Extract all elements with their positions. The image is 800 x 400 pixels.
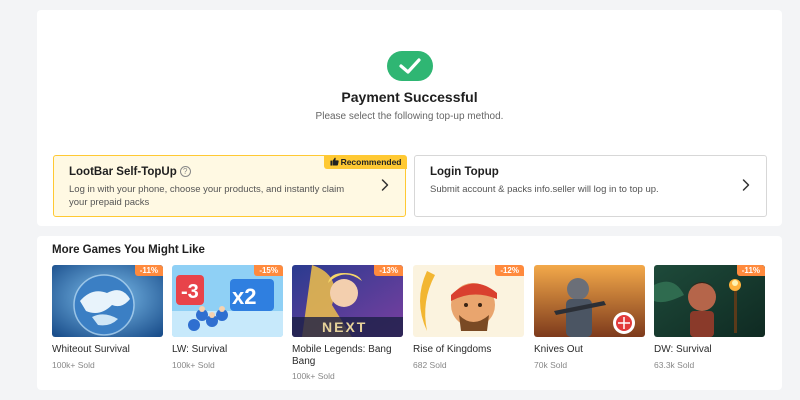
discount-badge: -12%: [495, 265, 524, 276]
game-sold-count: 63.3k Sold: [654, 359, 695, 370]
option-description: Log in with your phone, choose your prod…: [69, 184, 345, 208]
svg-text:NEXT: NEXT: [322, 319, 367, 335]
payment-status-title: Payment Successful: [341, 89, 478, 105]
discount-badge: -13%: [374, 265, 403, 276]
game-card-rise-of-kingdoms[interactable]: -12% Rise of Kingdoms 682 Sold: [413, 265, 524, 370]
game-thumbnail: -11%: [52, 265, 163, 337]
game-sold-count: 100k+ Sold: [292, 371, 335, 381]
game-thumbnail: -12%: [413, 265, 524, 337]
game-card-lw-survival[interactable]: -3 x2 -15% LW: Survival 100k+ Sold: [172, 265, 283, 370]
help-icon[interactable]: ?: [179, 166, 191, 177]
discount-badge: -11%: [736, 265, 765, 276]
game-name: LW: Survival: [172, 344, 228, 355]
lootbar-self-topup-option[interactable]: Recommended LootBar Self-TopUp? Log in w…: [53, 154, 407, 217]
svg-text:-3: -3: [181, 281, 199, 303]
game-sold-count: 100k+ Sold: [172, 359, 215, 370]
payment-result-card: Payment Successful Please select the fol…: [37, 10, 782, 226]
game-thumbnail: -3 x2 -15%: [172, 265, 283, 337]
game-name: Whiteout Survival: [52, 344, 130, 355]
game-thumbnail: -11%: [654, 265, 765, 337]
option-title: Login Topup: [430, 166, 499, 178]
login-topup-option[interactable]: Login Topup Submit account & packs info.…: [414, 155, 767, 217]
badge-label: Recommended: [340, 156, 402, 167]
chevron-right-icon: [381, 179, 389, 191]
game-name: DW: Survival: [654, 344, 712, 355]
game-card-knives-out[interactable]: Knives Out 70k Sold: [534, 265, 645, 370]
game-name: Knives Out: [534, 344, 583, 355]
thumbs-up-icon: [330, 156, 339, 166]
game-thumbnail: [534, 265, 645, 337]
section-title: More Games You Might Like: [52, 244, 205, 256]
discount-badge: -15%: [254, 265, 283, 276]
discount-badge: -11%: [134, 265, 163, 276]
game-sold-count: 70k Sold: [534, 359, 568, 370]
option-description: Submit account & packs info.seller will …: [430, 184, 659, 195]
recommended-games-section: More Games You Might Like -11% Whiteout …: [37, 236, 782, 390]
game-card-whiteout-survival[interactable]: -11% Whiteout Survival 100k+ Sold: [52, 265, 163, 370]
payment-status-subtitle: Please select the following top-up metho…: [315, 111, 504, 122]
check-circle-icon: [386, 51, 433, 81]
game-sold-count: 682 Sold: [413, 359, 447, 370]
option-title: LootBar Self-TopUp?: [69, 166, 191, 178]
option-title-text: LootBar Self-TopUp: [69, 166, 177, 178]
svg-text:x2: x2: [232, 284, 256, 309]
game-name: Rise of Kingdoms: [413, 344, 492, 355]
game-card-mobile-legends[interactable]: NEXT -13% Mobile Legends: Bang Bang 100k…: [292, 265, 403, 381]
game-name: Mobile Legends: Bang Bang: [292, 344, 392, 367]
chevron-right-icon: [742, 179, 750, 191]
game-thumbnail: NEXT -13%: [292, 265, 403, 337]
game-card-dw-survival[interactable]: -11% DW: Survival 63.3k Sold: [654, 265, 765, 370]
game-sold-count: 100k+ Sold: [52, 359, 95, 370]
recommended-badge: Recommended: [323, 154, 407, 169]
